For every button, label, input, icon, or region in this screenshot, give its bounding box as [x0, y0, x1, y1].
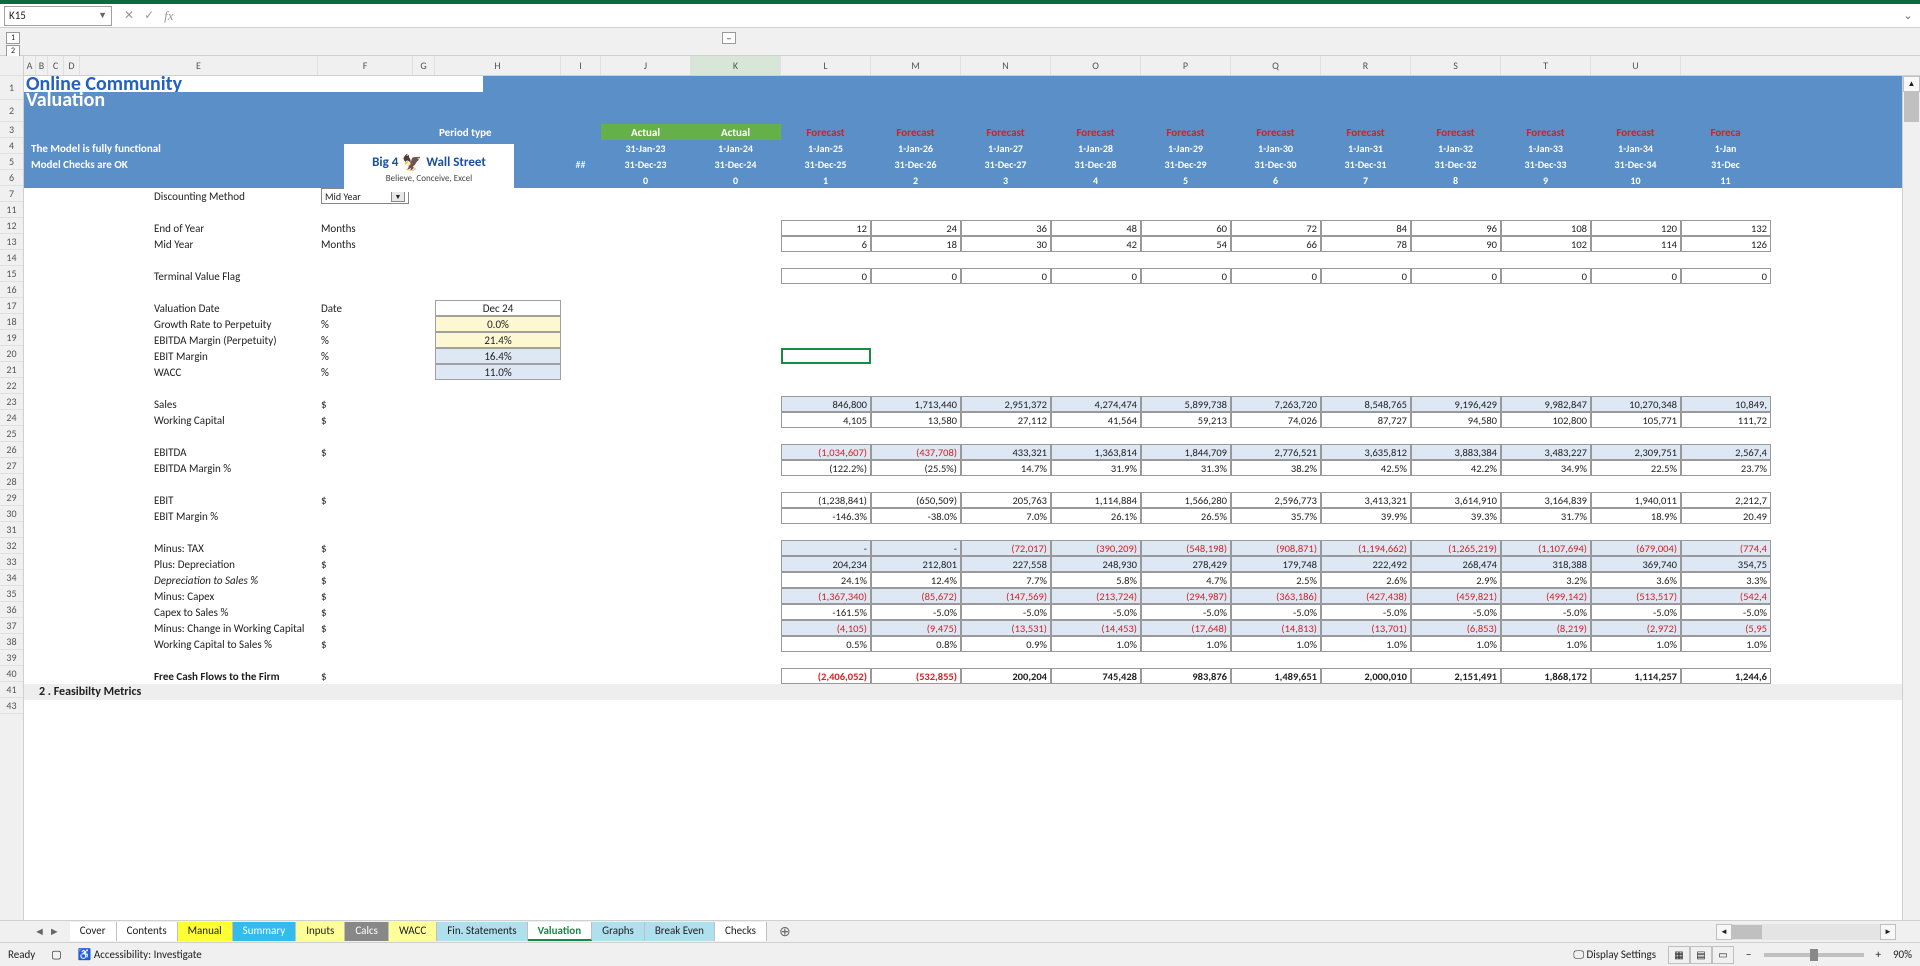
tab-summary[interactable]: Summary — [233, 922, 297, 941]
view-break-icon[interactable]: ▭ — [1712, 946, 1734, 964]
tab-break-even[interactable]: Break Even — [645, 922, 715, 941]
check-icon[interactable]: ✓ — [144, 8, 154, 24]
discounting-method-label: Discounting Method — [80, 188, 318, 204]
formula-expand-icon[interactable]: ⌄ — [1900, 9, 1916, 22]
tab-cover[interactable]: Cover — [70, 922, 117, 941]
outline-collapse-icon[interactable]: − — [722, 32, 736, 44]
accessibility-status[interactable]: ♿ Accessibility: Investigate — [78, 948, 202, 961]
eagle-icon: 🦅 — [402, 153, 422, 173]
tab-nav-first[interactable]: ◄ — [34, 925, 45, 938]
fx-icon[interactable]: fx — [164, 8, 173, 24]
outline-bar: 1 2 − — [0, 28, 1920, 56]
tab-contents[interactable]: Contents — [117, 922, 178, 941]
zoom-in-icon[interactable]: + — [1876, 948, 1881, 961]
tab-checks[interactable]: Checks — [715, 922, 767, 941]
tab-manual[interactable]: Manual — [178, 922, 233, 941]
view-layout-icon[interactable]: ▤ — [1690, 946, 1712, 964]
status-bar: Ready ▢ ♿ Accessibility: Investigate 🖵 D… — [0, 942, 1920, 966]
zoom-out-icon[interactable]: − — [1746, 948, 1751, 961]
page-title-1: Online Community — [24, 76, 483, 92]
formula-input[interactable] — [186, 6, 1894, 26]
section-feasibility: 2 . Feasibilty Metrics — [36, 684, 145, 700]
tab-wacc[interactable]: WACC — [389, 922, 437, 941]
add-sheet-button[interactable]: ⊕ — [767, 923, 803, 940]
tab-inputs[interactable]: Inputs — [296, 922, 345, 941]
tab-graphs[interactable]: Graphs — [592, 922, 645, 941]
horizontal-scrollbar[interactable]: ◄ ► — [1716, 924, 1896, 940]
page-title-2: Valuation — [24, 92, 483, 108]
view-normal-icon[interactable]: ▦ — [1668, 946, 1690, 964]
tab-valuation[interactable]: Valuation — [528, 922, 593, 941]
sheet-tab-bar: ◄ ► Cover Contents Manual Summary Inputs… — [0, 920, 1920, 942]
macro-rec-icon[interactable]: ▢ — [51, 948, 61, 961]
status-ready: Ready — [8, 948, 35, 961]
name-box[interactable]: K15▼ — [4, 6, 112, 26]
zoom-slider[interactable] — [1764, 953, 1864, 957]
cancel-icon[interactable]: ✕ — [124, 8, 134, 24]
zoom-level[interactable]: 90% — [1893, 948, 1912, 961]
vertical-scrollbar[interactable]: ▲ — [1902, 76, 1920, 920]
outline-level-1[interactable]: 1 — [6, 32, 20, 44]
column-headers: A B C D E F G H I J K L M N O P Q R S T … — [24, 56, 1920, 76]
tab-calcs[interactable]: Calcs — [345, 922, 389, 941]
tab-nav-prev[interactable]: ► — [49, 925, 60, 938]
tab-fin-statements[interactable]: Fin. Statements — [437, 922, 527, 941]
row-headers: 1 2 3 4 5 6 7 11 12 13 14 15 16 17 18 19… — [0, 56, 24, 920]
logo: Big 4 🦅 Wall Street Believe, Conceive, E… — [344, 144, 514, 192]
formula-bar: K15▼ ✕ ✓ fx ⌄ — [0, 4, 1920, 28]
display-settings[interactable]: 🖵 Display Settings — [1573, 948, 1656, 962]
